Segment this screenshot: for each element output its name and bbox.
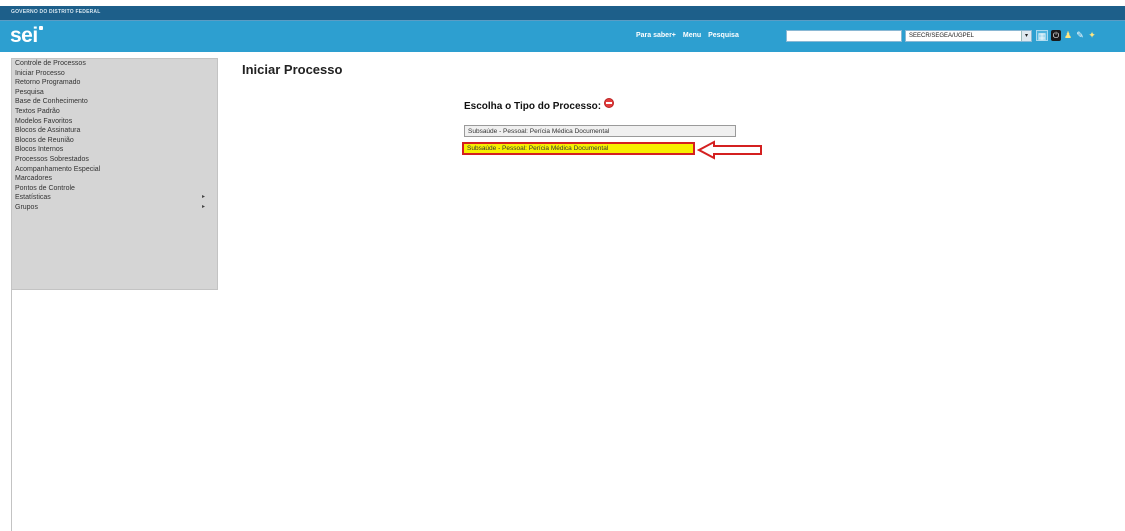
menu-item-label: Pontos de Controle bbox=[15, 184, 75, 192]
process-type-input[interactable] bbox=[464, 125, 736, 137]
menu-link[interactable]: Menu bbox=[683, 32, 701, 39]
pointer-arrow-icon bbox=[697, 140, 762, 160]
menu-item-label: Blocos Internos bbox=[15, 146, 64, 154]
pesquisa-link[interactable]: Pesquisa bbox=[708, 32, 739, 39]
menu-item-blocos-internos[interactable]: Blocos Internos bbox=[12, 145, 217, 155]
chevron-down-icon: ▾ bbox=[1021, 31, 1031, 41]
menu-item-estatisticas[interactable]: Estatísticas ▸ bbox=[12, 193, 217, 203]
quick-search-input[interactable] bbox=[786, 30, 902, 42]
menu-item-label: Acompanhamento Especial bbox=[15, 165, 101, 173]
header-links: Para saber+ Menu Pesquisa bbox=[636, 32, 744, 39]
chevron-right-icon: ▸ bbox=[201, 194, 205, 201]
header-icons: ▦ ⏻ ♟ ✎ ✦ bbox=[1036, 30, 1096, 43]
menu-item-retorno-programado[interactable]: Retorno Programado bbox=[12, 78, 217, 88]
menu-item-label: Iniciar Processo bbox=[15, 69, 65, 77]
menu-item-label: Processos Sobrestados bbox=[15, 155, 89, 163]
menu-item-controle-de-processos[interactable]: Controle de Processos bbox=[12, 59, 217, 69]
menu-item-blocos-de-assinatura[interactable]: Blocos de Assinatura bbox=[12, 126, 217, 136]
unit-select-value: SEECR/SEGEA/UGPEL bbox=[909, 33, 975, 39]
minus-circle-icon[interactable] bbox=[604, 98, 615, 108]
menu-item-marcadores[interactable]: Marcadores bbox=[12, 174, 217, 184]
chevron-right-icon: ▸ bbox=[201, 203, 205, 210]
page-title: Iniciar Processo bbox=[242, 62, 343, 77]
process-type-suggestion[interactable]: Subsaúde - Pessoal: Perícia Médica Docum… bbox=[462, 142, 695, 155]
pencil-icon[interactable]: ✎ bbox=[1075, 30, 1085, 41]
sei-logo[interactable]: sei bbox=[10, 24, 43, 48]
menu-item-acompanhamento-especial[interactable]: Acompanhamento Especial bbox=[12, 165, 217, 175]
choose-process-type-text: Escolha o Tipo do Processo: bbox=[464, 101, 602, 112]
menu-item-label: Modelos Favoritos bbox=[15, 117, 73, 125]
menu-item-label: Blocos de Assinatura bbox=[15, 127, 81, 135]
sidebar-divider bbox=[11, 290, 12, 531]
menu-item-pesquisa[interactable]: Pesquisa bbox=[12, 88, 217, 98]
user-icon[interactable]: ♟ bbox=[1064, 30, 1072, 41]
menu-item-label: Pesquisa bbox=[15, 88, 44, 96]
menu-item-label: Controle de Processos bbox=[15, 60, 86, 67]
menu-item-pontos-de-controle[interactable]: Pontos de Controle bbox=[12, 184, 217, 194]
menu-item-textos-padrao[interactable]: Textos Padrão bbox=[12, 107, 217, 117]
menu-item-grupos[interactable]: Grupos ▸ bbox=[12, 203, 217, 213]
menu-item-label: Textos Padrão bbox=[15, 107, 60, 115]
menu-item-label: Grupos bbox=[15, 203, 38, 211]
menu-item-label: Retorno Programado bbox=[15, 79, 81, 87]
government-bar: GOVERNO DO DISTRITO FEDERAL bbox=[0, 6, 1125, 21]
menu-item-base-de-conhecimento[interactable]: Base de Conhecimento bbox=[12, 97, 217, 107]
menu-item-label: Blocos de Reunião bbox=[15, 136, 74, 144]
menu-item-label: Base de Conhecimento bbox=[15, 98, 88, 106]
menu-item-blocos-de-reuniao[interactable]: Blocos de Reunião bbox=[12, 136, 217, 146]
government-label: GOVERNO DO DISTRITO FEDERAL bbox=[11, 9, 101, 15]
choose-process-type-label: Escolha o Tipo do Processo: bbox=[464, 98, 615, 112]
menu-item-modelos-favoritos[interactable]: Modelos Favoritos bbox=[12, 117, 217, 127]
grid-icon[interactable]: ▦ bbox=[1036, 30, 1048, 41]
para-saber-link[interactable]: Para saber+ bbox=[636, 32, 676, 39]
app-header: sei Para saber+ Menu Pesquisa SEECR/SEGE… bbox=[0, 21, 1125, 52]
star-icon[interactable]: ✦ bbox=[1088, 30, 1096, 41]
menu-item-processos-sobrestados[interactable]: Processos Sobrestados bbox=[12, 155, 217, 165]
main-menu: Controle de Processos Iniciar Processo R… bbox=[11, 58, 218, 290]
unit-select[interactable]: SEECR/SEGEA/UGPEL ▾ bbox=[905, 30, 1032, 42]
exit-icon[interactable]: ⏻ bbox=[1051, 30, 1061, 41]
menu-item-label: Estatísticas bbox=[15, 194, 51, 202]
menu-item-label: Marcadores bbox=[15, 175, 52, 183]
menu-item-iniciar-processo[interactable]: Iniciar Processo bbox=[12, 69, 217, 79]
logo-text: sei bbox=[10, 24, 38, 47]
logo-mark-icon bbox=[38, 26, 43, 30]
